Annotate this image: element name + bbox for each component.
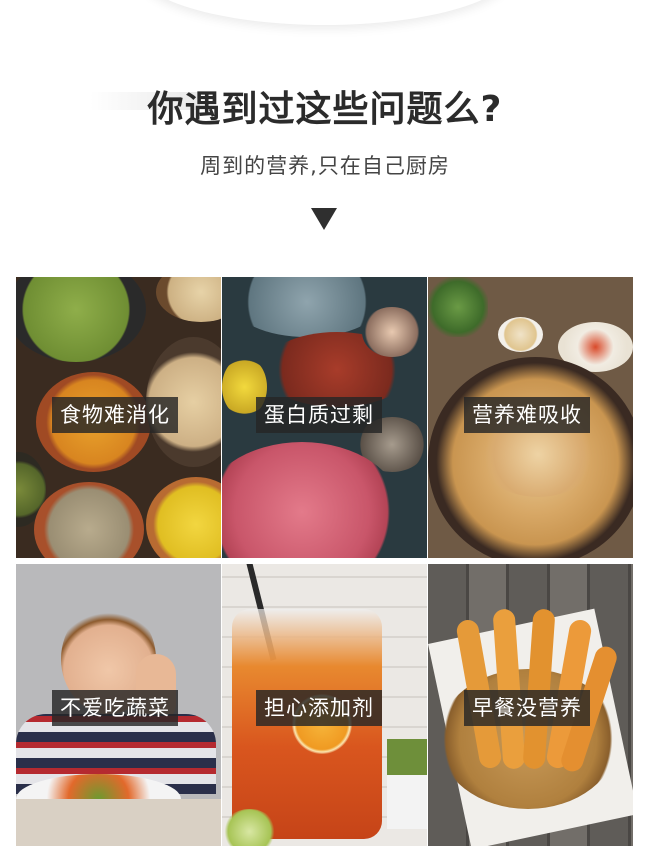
problem-tile-additives: 担心添加剂 (222, 564, 427, 846)
table-image (16, 799, 221, 846)
problem-tile-protein: 蛋白质过剩 (222, 277, 427, 558)
potted-plant-image (387, 739, 427, 829)
scallop-image (362, 307, 422, 357)
problem-tile-breakfast: 早餐没营养 (428, 564, 633, 846)
fish-image (232, 277, 382, 337)
problem-label-digestion: 食物难消化 (52, 397, 178, 433)
chickpea-bowl-image (156, 277, 221, 322)
teacup-image (498, 317, 543, 352)
herbs-image (428, 277, 488, 337)
problem-tile-absorption: 营养难吸收 (428, 277, 633, 558)
down-arrow-icon (311, 208, 337, 230)
problem-label-absorption: 营养难吸收 (464, 397, 590, 433)
corn-bowl-image (146, 477, 221, 558)
problem-label-breakfast: 早餐没营养 (464, 690, 590, 726)
peas-bowl-image (16, 277, 146, 362)
problem-tile-digestion: 食物难消化 (16, 277, 221, 558)
problem-grid: 食物难消化 蛋白质过剩 营养难吸收 不爱吃蔬菜 担心添加剂 早餐没营养 (16, 277, 633, 846)
beans-bowl-image (34, 482, 144, 558)
problem-label-vegetables: 不爱吃蔬菜 (52, 690, 178, 726)
lime-image (222, 809, 277, 846)
page-subtitle: 周到的营养,只在自己厨房 (200, 154, 450, 178)
heading: 你遇到过这些问题么? (0, 80, 650, 132)
problem-tile-vegetables: 不爱吃蔬菜 (16, 564, 221, 846)
top-decorative-arc (135, 0, 515, 25)
page-title: 你遇到过这些问题么? (147, 89, 503, 130)
problem-label-protein: 蛋白质过剩 (256, 397, 382, 433)
problem-label-additives: 担心添加剂 (256, 690, 382, 726)
